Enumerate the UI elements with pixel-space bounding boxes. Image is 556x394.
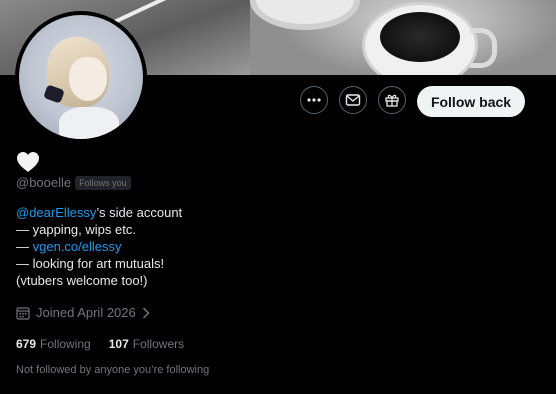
bio-line-3: — vgen.co/ellessy bbox=[16, 238, 182, 255]
profile-handle: @booelle bbox=[16, 175, 72, 190]
bio-line-1: @dearEllessy’s side account bbox=[16, 204, 182, 221]
bio-line-5: (vtubers welcome too!) bbox=[16, 273, 148, 288]
banner-coffee bbox=[380, 12, 460, 62]
more-button[interactable] bbox=[300, 86, 328, 114]
heart-icon bbox=[17, 152, 39, 172]
handle-row: @booelle Follows you bbox=[16, 175, 131, 190]
followers-label: Followers bbox=[132, 337, 185, 351]
following-label: Following bbox=[40, 337, 91, 351]
bio-line-2: — yapping, wips etc. bbox=[16, 222, 136, 237]
message-button[interactable] bbox=[339, 86, 367, 114]
joined-date-row[interactable]: Joined April 2026 bbox=[16, 305, 150, 320]
bio-line-1-text: ’s side account bbox=[96, 205, 183, 220]
followers-count: 107 bbox=[108, 337, 129, 351]
following-stat[interactable]: 679 Following bbox=[16, 337, 91, 351]
banner-plate bbox=[250, 0, 360, 30]
follow-back-button[interactable]: Follow back bbox=[417, 86, 525, 117]
calendar-icon bbox=[16, 306, 30, 320]
more-icon bbox=[307, 98, 321, 102]
gift-button[interactable] bbox=[378, 86, 406, 114]
mention-link[interactable]: @dearEllessy bbox=[16, 205, 96, 220]
gift-icon bbox=[385, 94, 399, 107]
banner-cup-handle bbox=[470, 28, 497, 68]
not-followed-notice: Not followed by anyone you’re following bbox=[16, 364, 210, 376]
follow-stats: 679 Following 107 Followers bbox=[16, 337, 202, 351]
joined-date: Joined April 2026 bbox=[36, 305, 136, 320]
chevron-right-icon bbox=[142, 306, 150, 319]
avatar[interactable] bbox=[15, 11, 147, 143]
follows-you-badge: Follows you bbox=[75, 175, 131, 190]
profile-page: Follow back @booelle Follows you @dearEl… bbox=[0, 0, 556, 394]
vgen-link[interactable]: vgen.co/ellessy bbox=[33, 239, 122, 254]
envelope-icon bbox=[345, 94, 361, 106]
avatar-collar bbox=[59, 107, 119, 139]
profile-bio: @dearEllessy’s side account — yapping, w… bbox=[16, 204, 182, 289]
bio-line-3-prefix: — bbox=[16, 239, 33, 254]
followers-stat[interactable]: 107 Followers bbox=[109, 337, 184, 351]
bio-line-4: — looking for art mutuals! bbox=[16, 256, 165, 271]
avatar-face bbox=[69, 57, 107, 101]
following-count: 679 bbox=[16, 337, 37, 351]
